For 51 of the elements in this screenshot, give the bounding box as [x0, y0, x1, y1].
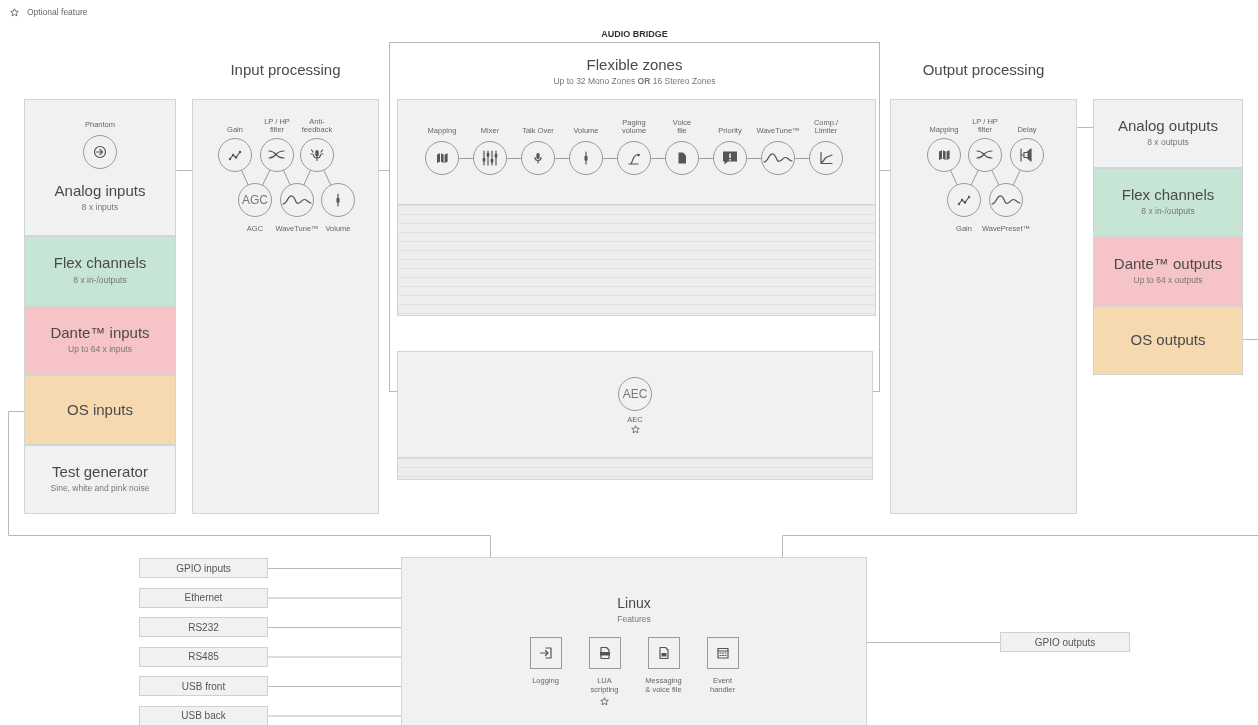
wave-icon	[763, 150, 793, 166]
block-title: Flex channels	[53, 255, 147, 272]
block-title: Test generator	[52, 463, 148, 481]
node-symbol: AEC	[622, 386, 648, 403]
section-label: AUDIO BRIDGE	[600, 28, 669, 41]
block-title: Flex channels	[1121, 186, 1215, 204]
section-title: Linux	[617, 596, 651, 612]
block-title: Dante™ outputs	[1113, 255, 1223, 273]
block-subtitle: Sine, white and pink noise	[50, 482, 150, 495]
node-symbol: AGC	[242, 192, 268, 209]
interface-label: USB front	[139, 676, 268, 696]
alert-message-icon	[721, 149, 739, 167]
interface-label: RS232	[139, 617, 268, 637]
wave-icon	[282, 192, 312, 208]
star-icon	[10, 7, 19, 17]
zones-subtitle: Up to 32 Mono Zones OR 16 Stereo Zones	[552, 75, 717, 88]
script-document-icon	[597, 646, 612, 661]
map-icon	[936, 147, 952, 163]
wave-icon	[991, 192, 1021, 208]
connector-line	[1076, 127, 1094, 128]
block-subtitle: Up to 64 x inputs	[68, 343, 132, 356]
interface-label: Ethernet	[139, 587, 268, 608]
block-subtitle: 8 x outputs	[1147, 136, 1189, 150]
voice-file-icon	[656, 646, 671, 661]
interface-label: GPIO outputs	[1000, 632, 1130, 652]
block-title: OS outputs	[1130, 332, 1206, 349]
block-title: OS inputs	[67, 401, 133, 418]
mixer-icon	[481, 149, 499, 167]
section-title: Input processing	[229, 62, 342, 79]
block-title: Analog inputs	[54, 182, 146, 200]
star-icon	[600, 697, 609, 707]
interface-label: GPIO inputs	[139, 558, 268, 578]
block-subtitle: Up to 64 x outputs	[1133, 274, 1203, 288]
block-subtitle: 8 x in-/outputs	[73, 273, 127, 287]
block-subtitle: 8 x in-/outputs	[1141, 205, 1195, 219]
calendar-icon	[715, 646, 730, 661]
connector-line	[1242, 339, 1258, 340]
section-title: Flexible zones	[585, 57, 684, 74]
section-subtitle: Features	[617, 613, 651, 627]
interface-label: RS485	[139, 646, 268, 667]
login-arrow-icon	[538, 646, 553, 661]
block-subtitle: 8 x inputs	[81, 201, 119, 214]
map-icon	[434, 150, 450, 166]
block-title: Dante™ inputs	[50, 324, 150, 342]
block-title: Analog outputs	[1117, 117, 1219, 135]
microphone-icon	[309, 147, 325, 163]
connector-line	[176, 170, 193, 171]
section-title: Output processing	[921, 62, 1046, 79]
compressor-curve-icon	[818, 150, 834, 166]
interface-label: USB back	[139, 705, 268, 725]
legend-text: Optional feature	[27, 6, 88, 19]
